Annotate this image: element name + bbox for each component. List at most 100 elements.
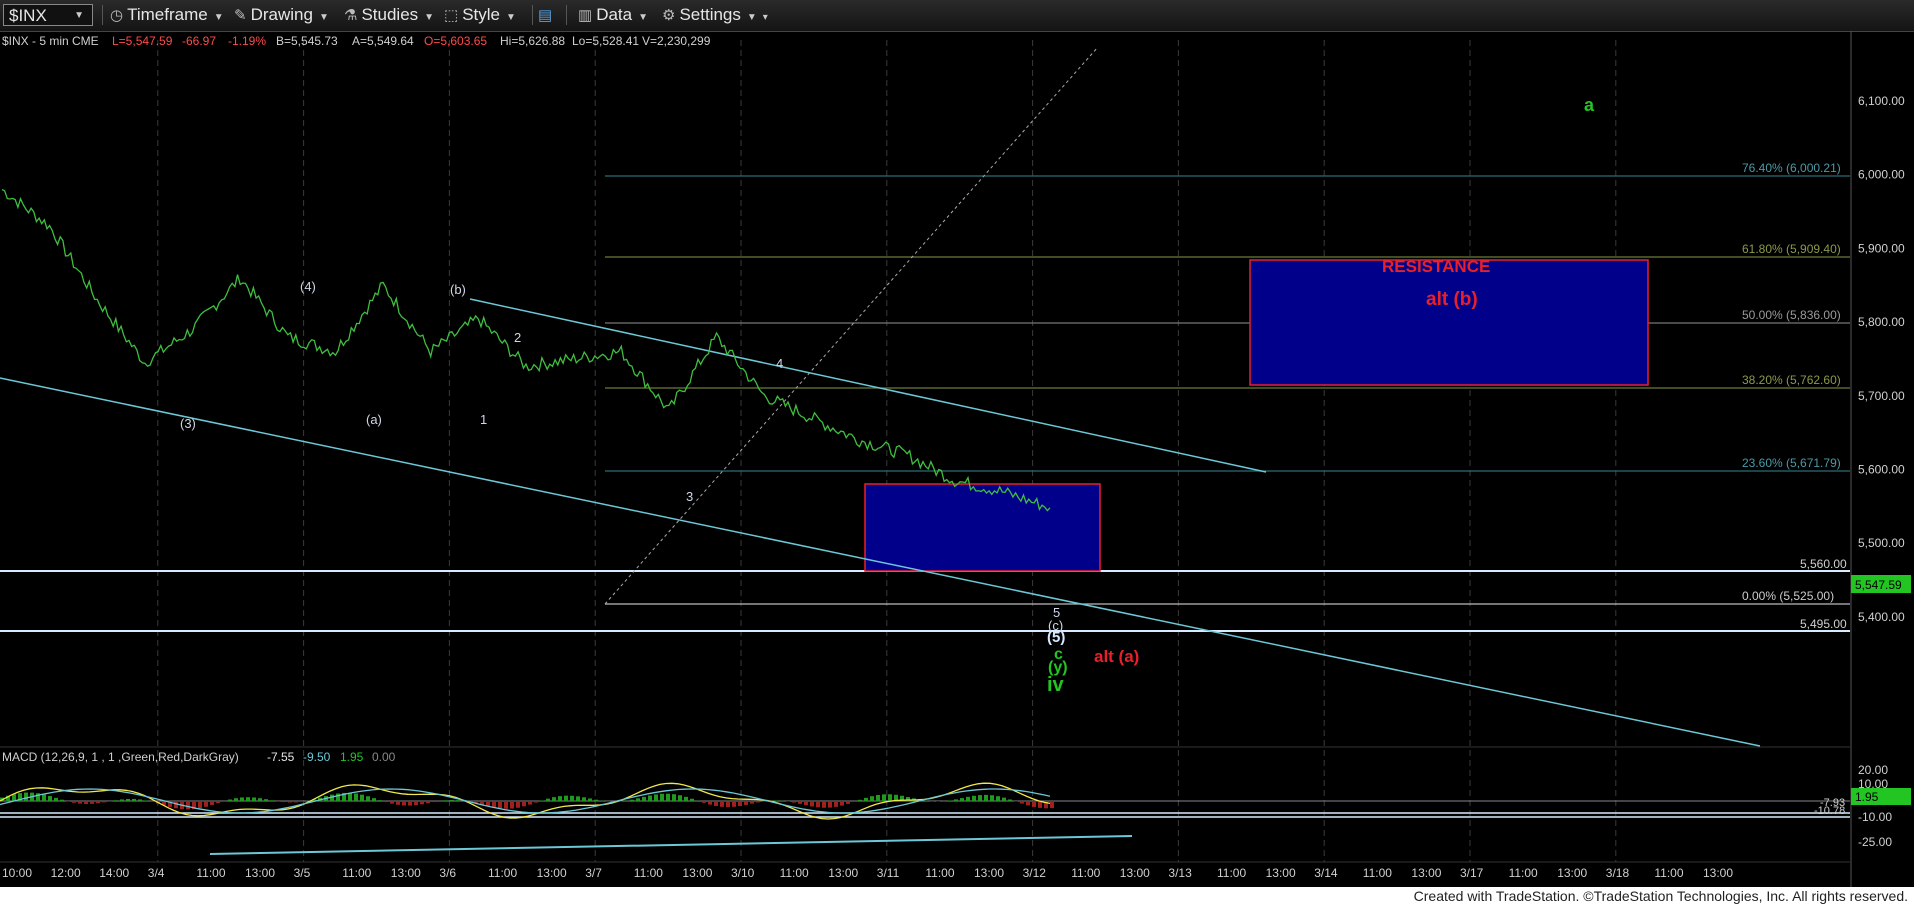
macd-signal-value: -9.50 <box>303 750 331 764</box>
time-tick-label: 13:00 <box>245 866 275 880</box>
bar-chart-icon: ▥ <box>578 7 593 24</box>
macd-tick-label: -10.00 <box>1858 810 1892 824</box>
channel-lower-line <box>0 377 1761 747</box>
style-menu[interactable]: ⬚ Style ▼ <box>444 4 516 26</box>
macd-hist-bar <box>588 798 592 801</box>
macd-hist-bar <box>732 801 736 807</box>
data-label: Data <box>596 5 633 24</box>
macd-hist-bar <box>150 801 154 802</box>
macd-hist-bar <box>810 801 814 807</box>
level-label-5560: 5,560.00 <box>1800 557 1847 571</box>
macd-hist-bar <box>90 801 94 804</box>
macd-hist-bar <box>360 794 364 801</box>
net-change: -66.97 <box>182 34 216 48</box>
last-price: L=5,547.59 <box>112 34 173 48</box>
time-tick-label: 14:00 <box>99 866 129 880</box>
macd-hist-bar <box>48 796 52 801</box>
time-tick-label: 11:00 <box>925 866 954 880</box>
macd-hist-bar <box>132 798 136 801</box>
data-menu[interactable]: ▥ Data ▼ <box>578 4 648 26</box>
macd-hist-bar <box>738 801 742 807</box>
macd-tick-label: 20.00 <box>1858 763 1888 777</box>
macd-value: -7.55 <box>267 750 295 764</box>
macd-hist-bar <box>270 800 274 801</box>
macd-hist-bar <box>516 801 520 808</box>
macd-hist-bar <box>660 793 664 801</box>
low-price: Lo=5,528.41 <box>572 34 639 48</box>
macd-hist-bar <box>714 801 718 806</box>
macd-label: MACD (12,26,9, 1 , 1 ,Green,Red,DarkGray… <box>2 750 239 764</box>
time-tick-label: 13:00 <box>391 866 421 880</box>
time-tick-label: 3/10 <box>731 866 755 880</box>
macd-hist-bar <box>1050 801 1054 809</box>
macd-hist-bar <box>414 801 418 806</box>
studies-menu[interactable]: ⚗ Studies ▼ <box>344 4 434 26</box>
open-price: O=5,603.65 <box>424 34 487 48</box>
macd-hist-bar <box>570 795 574 801</box>
macd-hist-bar <box>456 800 460 801</box>
divider <box>566 5 567 25</box>
style-label: Style <box>462 5 500 24</box>
macd-hist-bar <box>954 799 958 801</box>
macd-hist-bar <box>1026 801 1030 806</box>
macd-hist-bar <box>102 801 106 803</box>
price-tick-label: 5,400.00 <box>1858 610 1905 624</box>
layout-button[interactable]: ▤ <box>538 4 556 26</box>
drawing-menu[interactable]: ✎ Drawing ▼ <box>234 4 329 26</box>
macd-hist-bar <box>420 801 424 805</box>
macd-hist-bar <box>126 798 130 801</box>
fib-label: 61.80% (5,909.40) <box>1742 242 1841 256</box>
fib-label: 50.00% (5,836.00) <box>1742 308 1841 322</box>
macd-hist-bar <box>672 794 676 801</box>
macd-hist-bar <box>804 801 808 806</box>
macd-hist-bar <box>348 792 352 801</box>
macd-hist-bar <box>252 797 256 801</box>
time-tick-label: 12:00 <box>51 866 81 880</box>
macd-hist-bar <box>432 801 436 803</box>
macd-hist-bar <box>1002 797 1006 801</box>
style-icon: ⬚ <box>444 7 459 24</box>
quote-header: $INX - 5 min CME L=5,547.59 -66.97 -1.19… <box>2 34 711 48</box>
time-tick-label: 11:00 <box>196 866 225 880</box>
macd-hist-bar <box>54 797 58 801</box>
time-tick-label: 11:00 <box>1071 866 1100 880</box>
symbol-desc: $INX - 5 min CME <box>2 34 99 48</box>
macd-hist-bar <box>972 795 976 801</box>
bid-price: B=5,545.73 <box>276 34 338 48</box>
macd-hist-bar <box>390 801 394 804</box>
macd-hist-bar <box>846 801 850 804</box>
pencil-icon: ✎ <box>234 7 247 24</box>
wave-label-alt-b: alt (b) <box>1426 289 1478 310</box>
chevron-down-icon: ▼ <box>74 10 84 21</box>
symbol-selector[interactable]: $INX ▼ <box>3 4 93 26</box>
macd-hist-bar <box>288 801 292 803</box>
macd-hist-bar <box>1020 801 1024 804</box>
timeframe-menu[interactable]: ◷ Timeframe ▼ <box>110 4 224 26</box>
macd-hist-bar <box>522 801 526 807</box>
macd-hist-bar <box>498 801 502 809</box>
macd-hist-bar <box>258 798 262 801</box>
macd-hist-bar <box>378 800 382 801</box>
macd-hist-bar <box>114 800 118 801</box>
macd-tick-label: -25.00 <box>1858 835 1892 849</box>
wave-label-4: (4) <box>300 279 316 294</box>
macd-hist-bar <box>144 800 148 801</box>
macd-hist-bar <box>978 795 982 801</box>
toolbar: $INX ▼ ◷ Timeframe ▼ ✎ Drawing ▼ ⚗ Studies ▼ ⬚ S… <box>0 0 1914 32</box>
macd-hist-bar <box>870 796 874 801</box>
timeframe-label: Timeframe <box>127 5 208 24</box>
divider <box>102 5 103 25</box>
macd-hist-bar <box>834 801 838 807</box>
macd-header: MACD (12,26,9, 1 , 1 ,Green,Red,DarkGray… <box>2 750 396 764</box>
level-label-5495: 5,495.00 <box>1800 617 1847 631</box>
time-tick-label: 3/6 <box>439 866 456 880</box>
macd-hist-bar <box>1032 801 1036 807</box>
macd-hist-bar <box>996 796 1000 801</box>
macd-hist-bar <box>402 801 406 806</box>
symbol-label: $INX <box>9 6 47 25</box>
macd-hist-bar <box>198 801 202 809</box>
price-chart[interactable]: (3) (4) (a) (b) 1 2 3 4 5 (c) (5) c (y) … <box>0 31 1914 887</box>
macd-hist-bar <box>426 801 430 804</box>
settings-menu[interactable]: ⚙ Settings ▼ ▾ <box>662 4 768 26</box>
macd-hist-bar <box>42 794 46 801</box>
